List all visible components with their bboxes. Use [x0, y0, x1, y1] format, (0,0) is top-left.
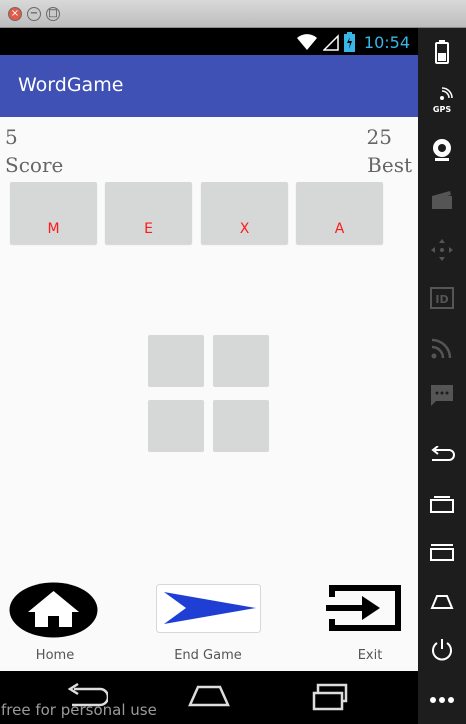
score-label: Score — [5, 153, 64, 177]
app-bar: WordGame — [0, 55, 418, 117]
letter-tile-label: X — [239, 221, 250, 237]
app-title: WordGame — [18, 74, 124, 96]
emulator-toolbar: GPS ID — [418, 28, 466, 724]
game-content: 5 Score 25 Best M E X A Home End Game Ex… — [0, 117, 418, 671]
watermark: free for personal use — [1, 701, 157, 719]
exit-arrow-icon — [326, 596, 380, 620]
message-icon[interactable] — [418, 376, 466, 416]
status-bar: 10:54 — [0, 28, 418, 55]
signal-icon — [322, 34, 339, 51]
letter-tile[interactable]: A — [296, 182, 383, 244]
answer-slot[interactable] — [213, 335, 269, 387]
status-time: 10:54 — [363, 32, 410, 52]
exit-button[interactable] — [326, 584, 402, 632]
id-icon[interactable]: ID — [418, 278, 466, 318]
end-game-label: End Game — [174, 648, 242, 663]
window-minimize-button[interactable]: − — [27, 7, 41, 21]
letter-tile-label: E — [144, 221, 153, 237]
id-label: ID — [435, 293, 448, 306]
more-icon[interactable] — [418, 680, 466, 720]
home-icon[interactable] — [418, 582, 466, 622]
letter-tile-label: A — [334, 221, 345, 237]
score-value: 5 — [5, 125, 18, 149]
best-label: Best — [367, 153, 412, 177]
gps-icon[interactable]: GPS — [418, 80, 466, 120]
home-label: Home — [35, 648, 75, 663]
camera-icon[interactable] — [418, 130, 466, 170]
nav-home-icon[interactable] — [186, 683, 232, 709]
exit-label: Exit — [357, 648, 383, 663]
window-close-button[interactable]: × — [8, 7, 22, 21]
answer-slot[interactable] — [148, 335, 204, 387]
menu-icon[interactable] — [418, 532, 466, 572]
answer-slot[interactable] — [213, 400, 269, 452]
video-icon[interactable] — [418, 180, 466, 220]
cast-icon[interactable] — [418, 328, 466, 368]
battery-icon[interactable] — [418, 32, 466, 72]
letter-tile[interactable]: E — [105, 182, 192, 244]
wifi-icon — [296, 34, 317, 50]
battery-charging-icon — [343, 32, 355, 52]
back-icon[interactable] — [418, 435, 466, 475]
window-maximize-button[interactable]: □ — [46, 7, 60, 21]
letter-tile[interactable]: X — [201, 182, 288, 244]
power-icon[interactable] — [418, 630, 466, 670]
gps-label: GPS — [433, 105, 451, 113]
letter-tile-label: M — [47, 221, 60, 237]
window-titlebar: × − □ — [0, 0, 466, 28]
best-value: 25 — [366, 125, 392, 149]
answer-slot[interactable] — [148, 400, 204, 452]
dpad-icon[interactable] — [418, 230, 466, 270]
end-game-button[interactable] — [156, 584, 261, 633]
letter-tile[interactable]: M — [10, 182, 97, 244]
home-button[interactable] — [9, 582, 98, 638]
recents-icon[interactable] — [418, 484, 466, 524]
nav-recents-icon[interactable] — [310, 683, 352, 711]
